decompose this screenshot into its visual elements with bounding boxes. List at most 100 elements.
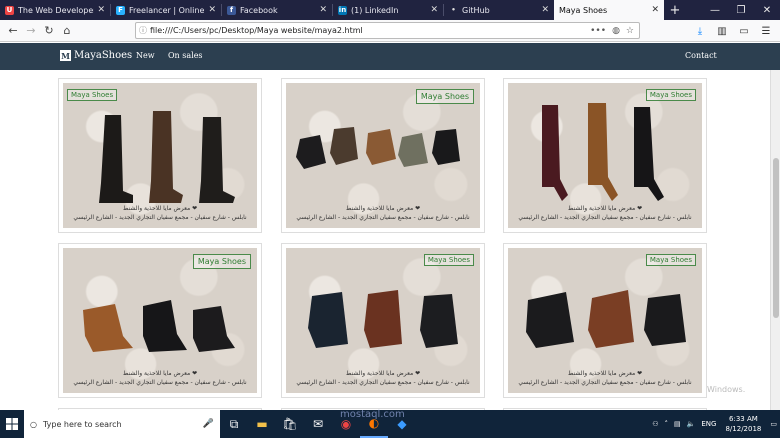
tab-title: Freelancer | Online Jobs bbox=[129, 5, 205, 15]
product-caption: ❤ معرض مايا للاحذية والشنط نابلس - شارع … bbox=[508, 204, 702, 222]
caption-line: ❤ معرض مايا للاحذية والشنط bbox=[567, 370, 643, 377]
tab-facebook[interactable]: f Facebook ✕ bbox=[222, 0, 332, 20]
product-caption: ❤ معرض مايا للاحذية والشنط نابلس - شارع … bbox=[286, 369, 480, 387]
caption-line: نابلس - شارع سفيان - مجمع سفيان التجاري … bbox=[73, 214, 247, 221]
caption-line: نابلس - شارع سفيان - مجمع سفيان التجاري … bbox=[296, 379, 470, 386]
library-icon[interactable]: ▥ bbox=[714, 22, 730, 40]
notifications-icon[interactable]: ▭ bbox=[767, 420, 780, 428]
product-photo[interactable]: Maya Shoes ❤ معرض مايا للاحذية والشنط نا… bbox=[508, 83, 702, 228]
caption-line: ❤ معرض مايا للاحذية والشنط bbox=[345, 205, 421, 212]
close-icon[interactable]: ✕ bbox=[208, 5, 216, 15]
tab-web-developer[interactable]: U The Web Developer Boot ✕ bbox=[0, 0, 110, 20]
nav-link-new[interactable]: New bbox=[136, 51, 155, 60]
caption-line: ❤ معرض مايا للاحذية والشنط bbox=[122, 370, 198, 377]
nav-link-contact[interactable]: Contact bbox=[685, 51, 717, 60]
product-photo[interactable]: Maya Shoes ❤ معرض مايا للاحذية والشنط نا… bbox=[286, 248, 480, 393]
task-view-icon[interactable]: ⧉ bbox=[220, 410, 248, 438]
product-caption: ❤ معرض مايا للاحذية والشنط نابلس - شارع … bbox=[63, 369, 257, 387]
sidebar-icon[interactable]: ▭ bbox=[736, 22, 752, 40]
caption-line: ❤ معرض مايا للاحذية والشنط bbox=[345, 370, 421, 377]
tab-title: Facebook bbox=[240, 5, 278, 15]
taskbar-search-box[interactable]: ○ Type here to search 🎤 bbox=[24, 410, 220, 438]
url-text[interactable]: file:///C:/Users/pc/Desktop/Maya website… bbox=[150, 26, 590, 35]
bookmark-star-icon[interactable]: ☆ bbox=[626, 26, 634, 36]
facebook-icon: f bbox=[227, 5, 236, 15]
tab-title: The Web Developer Boot bbox=[18, 5, 95, 15]
brand-logo[interactable]: M MayaShoes bbox=[60, 50, 132, 61]
product-photo[interactable]: Maya Shoes ❤ معرض مايا للاحذية والشنط نا… bbox=[63, 83, 257, 228]
clock-date: 8/12/2018 bbox=[725, 425, 762, 433]
product-gallery: Maya Shoes ❤ معرض مايا للاحذية والشنط نا… bbox=[0, 70, 770, 410]
people-icon[interactable]: ⚇ bbox=[649, 420, 661, 428]
close-icon[interactable]: ✕ bbox=[430, 5, 438, 15]
page-info-icon[interactable]: ⓘ bbox=[136, 25, 150, 36]
chevron-up-icon[interactable]: ˄ bbox=[662, 420, 672, 428]
close-icon[interactable]: ✕ bbox=[541, 5, 549, 15]
tab-freelancer[interactable]: F Freelancer | Online Jobs ✕ bbox=[111, 0, 221, 20]
tab-title: Maya Shoes bbox=[559, 5, 608, 15]
product-card[interactable]: Maya Shoes ❤ معرض مايا للاحذية والشنط نا… bbox=[503, 78, 707, 233]
pocket-icon[interactable]: ◍ bbox=[612, 26, 620, 36]
menu-icon[interactable]: ☰ bbox=[758, 22, 774, 40]
product-card[interactable]: Maya Shoes ❤ معرض مايا للاحذية والشنط نا… bbox=[281, 78, 485, 233]
tab-github[interactable]: • GitHub ✕ bbox=[444, 0, 554, 20]
system-tray: ⚇ ˄ ▤ 🔈 ENG 6:33 AM 8/12/2018 ▭ bbox=[649, 410, 780, 438]
mail-icon[interactable]: ✉ bbox=[304, 410, 332, 438]
product-photo[interactable]: Maya Shoes ❤ معرض مايا للاحذية والشنط نا… bbox=[286, 83, 480, 228]
microphone-icon[interactable]: 🎤 bbox=[203, 419, 214, 429]
mostaql-watermark: mostaql.com bbox=[340, 409, 405, 420]
tab-title: GitHub bbox=[462, 5, 490, 15]
download-icon[interactable]: ⤓ bbox=[692, 22, 708, 40]
product-card[interactable]: Maya Shoes ❤ معرض مايا للاحذية والشنط نا… bbox=[281, 243, 485, 398]
tab-maya-shoes[interactable]: Maya Shoes ✕ bbox=[554, 0, 664, 20]
address-bar[interactable]: ⓘ file:///C:/Users/pc/Desktop/Maya websi… bbox=[135, 22, 640, 39]
stamp-label: Maya Shoes bbox=[645, 89, 696, 101]
page-scrollbar[interactable] bbox=[770, 70, 780, 410]
windows-start-icon[interactable] bbox=[0, 410, 24, 438]
tab-linkedin[interactable]: in (1) LinkedIn ✕ bbox=[333, 0, 443, 20]
caption-line: ❤ معرض مايا للاحذية والشنط bbox=[122, 205, 198, 212]
search-icon: ○ bbox=[30, 419, 37, 429]
maximize-icon[interactable]: ❐ bbox=[728, 0, 754, 20]
reload-icon[interactable]: ↻ bbox=[40, 22, 58, 40]
volume-icon[interactable]: 🔈 bbox=[684, 420, 699, 428]
clock-time: 6:33 AM bbox=[729, 415, 758, 423]
udemy-icon: U bbox=[5, 5, 14, 15]
file-explorer-icon[interactable]: ▬ bbox=[248, 410, 276, 438]
network-icon[interactable]: ▤ bbox=[671, 420, 684, 428]
search-placeholder: Type here to search bbox=[42, 419, 122, 429]
caption-line: نابلس - شارع سفيان - مجمع سفيان التجاري … bbox=[296, 214, 470, 221]
close-window-icon[interactable]: ✕ bbox=[754, 0, 780, 20]
stamp-label: Maya Shoes bbox=[423, 254, 474, 266]
forward-icon[interactable]: → bbox=[22, 22, 40, 40]
navigation-toolbar: ← → ↻ ⌂ ⓘ file:///C:/Users/pc/Desktop/Ma… bbox=[0, 20, 780, 42]
new-tab-button[interactable]: + bbox=[664, 0, 686, 20]
caption-line: نابلس - شارع سفيان - مجمع سفيان التجاري … bbox=[518, 379, 692, 386]
nav-link-on-sales[interactable]: On sales bbox=[168, 51, 203, 60]
product-photo[interactable]: Maya Shoes ❤ معرض مايا للاحذية والشنط نا… bbox=[63, 248, 257, 393]
close-icon[interactable]: ✕ bbox=[651, 5, 659, 15]
language-indicator[interactable]: ENG bbox=[698, 420, 719, 428]
product-photo[interactable]: Maya Shoes ❤ معرض مايا للاحذية والشنط نا… bbox=[508, 248, 702, 393]
page-actions-icon[interactable]: ••• bbox=[590, 26, 606, 36]
back-icon[interactable]: ← bbox=[4, 22, 22, 40]
window-controls: — ❐ ✕ bbox=[702, 0, 780, 20]
product-caption: ❤ معرض مايا للاحذية والشنط نابلس - شارع … bbox=[63, 204, 257, 222]
minimize-icon[interactable]: — bbox=[702, 0, 728, 20]
home-icon[interactable]: ⌂ bbox=[58, 22, 76, 40]
activation-watermark: Windows. bbox=[707, 385, 746, 394]
linkedin-icon: in bbox=[338, 5, 347, 15]
close-icon[interactable]: ✕ bbox=[97, 5, 105, 15]
product-caption: ❤ معرض مايا للاحذية والشنط نابلس - شارع … bbox=[286, 204, 480, 222]
store-icon[interactable]: 🛍 bbox=[276, 410, 304, 438]
close-icon[interactable]: ✕ bbox=[319, 5, 327, 15]
freelancer-icon: F bbox=[116, 5, 125, 15]
browser-tab-strip: U The Web Developer Boot ✕ F Freelancer … bbox=[0, 0, 780, 20]
stamp-label: Maya Shoes bbox=[645, 254, 696, 266]
scrollbar-thumb[interactable] bbox=[773, 158, 779, 318]
product-card[interactable]: Maya Shoes ❤ معرض مايا للاحذية والشنط نا… bbox=[503, 243, 707, 398]
clock[interactable]: 6:33 AM 8/12/2018 bbox=[719, 414, 767, 434]
site-navbar: M MayaShoes New On sales Contact bbox=[0, 43, 780, 70]
product-card[interactable]: Maya Shoes ❤ معرض مايا للاحذية والشنط نا… bbox=[58, 78, 262, 233]
product-card[interactable]: Maya Shoes ❤ معرض مايا للاحذية والشنط نا… bbox=[58, 243, 262, 398]
